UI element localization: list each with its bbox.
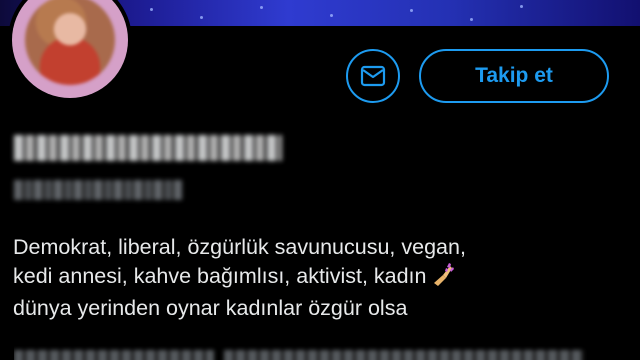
follow-button-label: Takip et: [475, 64, 553, 87]
envelope-icon: [360, 65, 386, 87]
nail-polish-icon: [431, 261, 455, 294]
meta-joined-blurred: [224, 350, 584, 360]
message-button[interactable]: [346, 49, 400, 103]
avatar[interactable]: [8, 0, 132, 102]
username-blurred: [14, 180, 182, 200]
bio-line-1: Demokrat, liberal, özgürlük savunucusu, …: [13, 235, 466, 259]
avatar-photo-blurred: [24, 0, 116, 86]
bio-line-2-text: kedi annesi, kahve bağımlısı, aktivist, …: [13, 264, 427, 289]
follow-button[interactable]: Takip et: [419, 49, 609, 103]
display-name-blurred: [14, 135, 282, 161]
profile-meta-row: [14, 346, 634, 360]
meta-location-blurred: [14, 350, 214, 360]
bio-line-3: dünya yerinden oynar kadınlar özgür olsa: [13, 296, 408, 320]
profile-bio: Demokrat, liberal, özgürlük savunucusu, …: [13, 233, 633, 322]
bio-line-2: kedi annesi, kahve bağımlısı, aktivist, …: [13, 261, 633, 294]
avatar-image: [12, 0, 128, 98]
